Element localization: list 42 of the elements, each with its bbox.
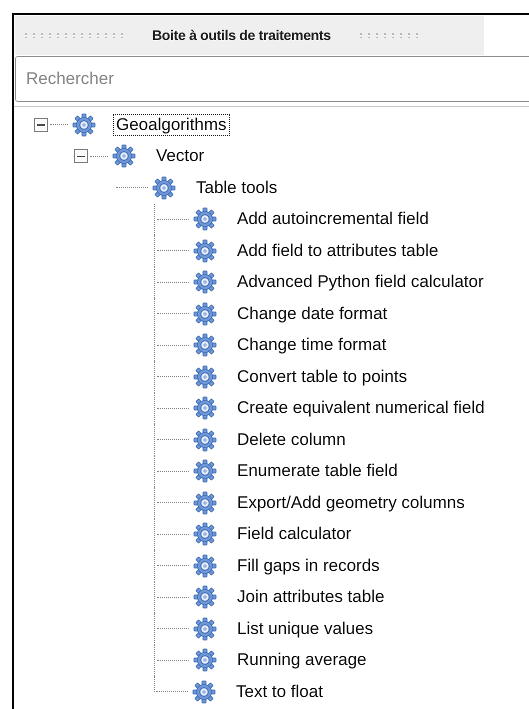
tree-item[interactable]: Join attributes table bbox=[234, 586, 388, 608]
tree-item[interactable]: Text to float bbox=[233, 680, 326, 703]
collapse-toggle[interactable] bbox=[34, 118, 48, 132]
gear-icon bbox=[193, 333, 217, 358]
tree-item[interactable]: Advanced Python field calculator bbox=[234, 271, 487, 294]
gear-icon bbox=[193, 585, 217, 610]
gear-icon bbox=[112, 144, 136, 168]
tree-item[interactable]: Fill gaps in records bbox=[234, 554, 383, 577]
tree-item[interactable]: Convert table to points bbox=[234, 366, 410, 388]
gear-icon bbox=[193, 238, 217, 263]
tree-item[interactable]: Table tools bbox=[193, 176, 280, 199]
tree-item[interactable]: Vector bbox=[153, 145, 208, 168]
gear-icon bbox=[193, 522, 217, 546]
gear-icon bbox=[192, 680, 216, 704]
tree-item[interactable]: Delete column bbox=[234, 428, 349, 451]
gear-icon bbox=[152, 176, 176, 200]
gear-icon bbox=[193, 428, 217, 452]
search-field[interactable]: Rechercher bbox=[15, 56, 529, 102]
tree-item[interactable]: Create equivalent numerical field bbox=[234, 397, 488, 420]
gear-icon bbox=[193, 648, 217, 672]
tree-item[interactable]: Export/Add geometry columns bbox=[234, 492, 468, 514]
tree-item[interactable]: Field calculator bbox=[234, 523, 354, 546]
tree-item[interactable]: Running average bbox=[234, 649, 370, 672]
gear-icon bbox=[193, 459, 217, 484]
gear-icon bbox=[193, 616, 217, 641]
gear-icon bbox=[193, 490, 217, 515]
tree-item[interactable]: Add field to attributes table bbox=[234, 240, 442, 262]
gear-icon bbox=[72, 112, 96, 137]
panel-title: Boite à outils de traitements bbox=[152, 27, 331, 43]
gear-icon bbox=[193, 270, 217, 294]
tree-item[interactable]: List unique values bbox=[234, 618, 376, 640]
gear-icon bbox=[193, 396, 217, 420]
tree-item[interactable]: Add autoincremental field bbox=[234, 208, 432, 230]
gear-icon bbox=[193, 207, 217, 232]
gear-icon bbox=[193, 302, 217, 326]
tree-item[interactable]: Enumerate table field bbox=[234, 460, 401, 482]
tree-item[interactable]: Geoalgorithms bbox=[113, 114, 230, 136]
collapse-toggle[interactable] bbox=[74, 149, 88, 164]
tree-item[interactable]: Change time format bbox=[234, 334, 390, 356]
gear-icon bbox=[193, 364, 217, 389]
gear-icon bbox=[193, 554, 217, 578]
tree-item[interactable]: Change date format bbox=[234, 302, 390, 325]
